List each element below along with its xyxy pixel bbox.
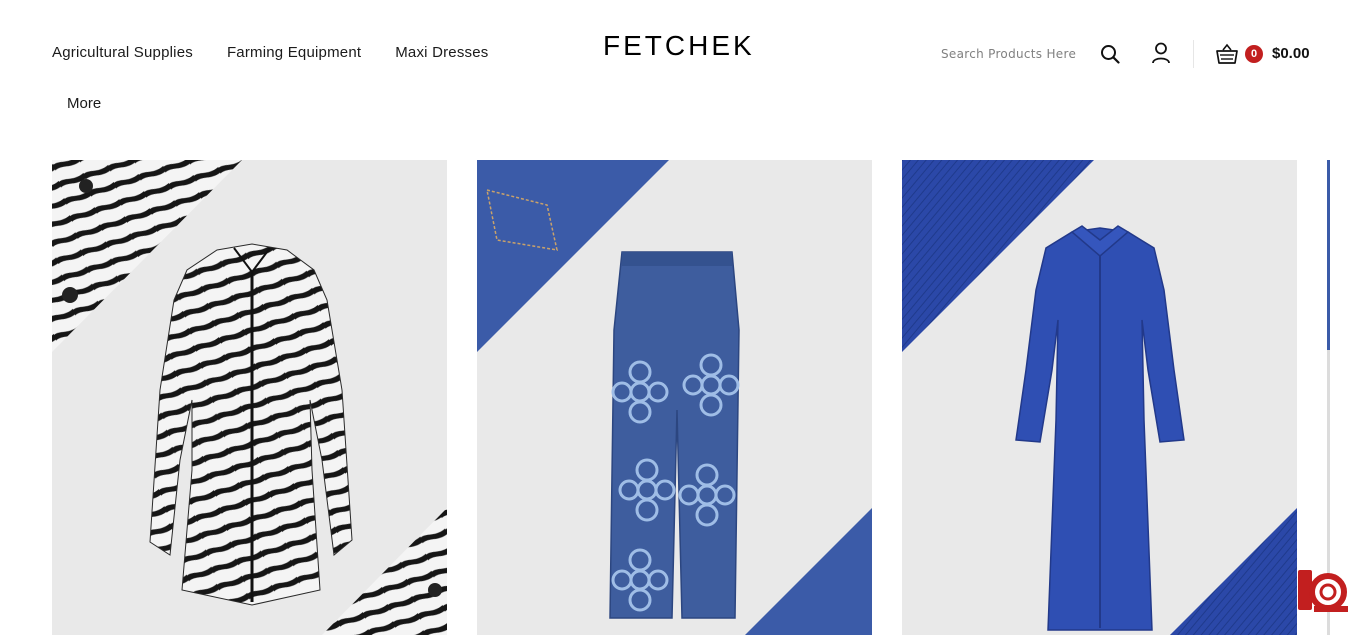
nav-item-maxi-dresses[interactable]: Maxi Dresses [395, 44, 488, 61]
site-header: Agricultural Supplies Farming Equipment … [0, 0, 1366, 150]
user-icon[interactable] [1150, 42, 1172, 64]
search-input[interactable] [941, 45, 1081, 63]
cart-count-badge: 0 [1245, 45, 1263, 63]
product-image-zebra-dress [52, 160, 447, 635]
partial-card-image [1327, 160, 1330, 350]
search-icon[interactable] [1099, 43, 1121, 65]
nav-item-more[interactable]: More [67, 95, 101, 112]
nav-item-farming-equipment[interactable]: Farming Equipment [227, 44, 361, 61]
product-card-flower-jeans[interactable] [477, 160, 872, 635]
basket-icon[interactable] [1214, 42, 1240, 66]
product-image-knit-dress [902, 160, 1297, 635]
chat-icon[interactable] [1294, 562, 1350, 618]
cart-total[interactable]: $0.00 [1272, 45, 1310, 62]
product-card-knit-dress[interactable] [902, 160, 1297, 635]
main-nav: Agricultural Supplies Farming Equipment … [52, 44, 488, 61]
product-image-flower-jeans [477, 160, 872, 635]
site-logo[interactable]: FETCHEK [603, 30, 755, 62]
header-divider [1193, 40, 1194, 68]
nav-item-agricultural-supplies[interactable]: Agricultural Supplies [52, 44, 193, 61]
product-card-zebra-dress[interactable] [52, 160, 447, 635]
